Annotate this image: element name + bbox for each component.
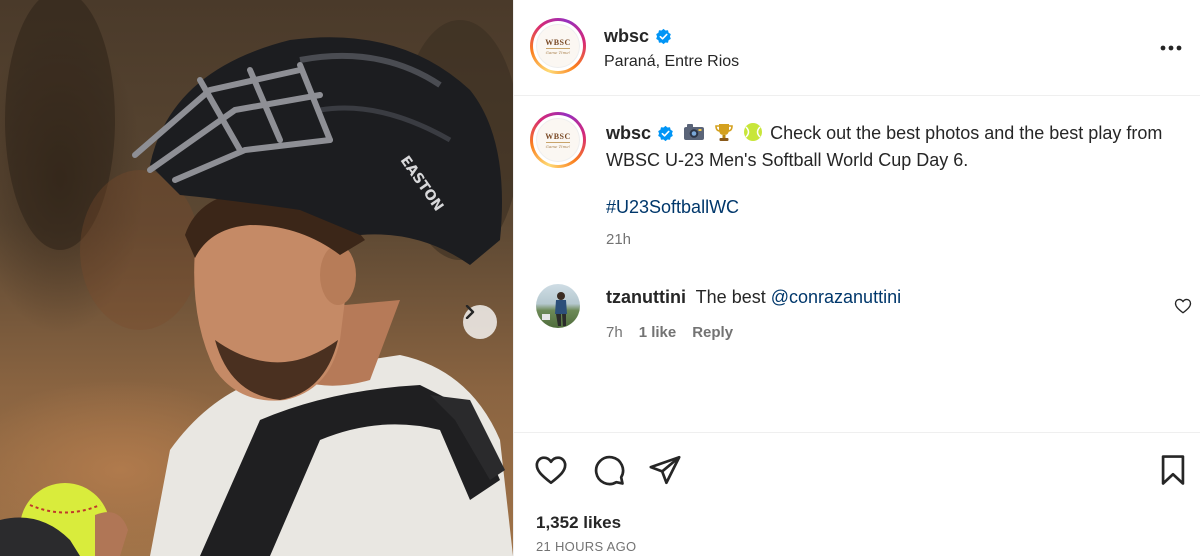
post-actions: 1,352 likes 21 HOURS AGO [514, 432, 1200, 556]
next-photo-button[interactable] [463, 305, 497, 339]
caption-text: wbsc Check out the best photos and the b… [606, 120, 1176, 174]
post-age[interactable]: 21 HOURS AGO [536, 539, 636, 554]
softball-emoji [744, 123, 763, 141]
comment-mention[interactable]: @conrazanuttini [771, 287, 901, 307]
verified-badge-icon [656, 28, 671, 45]
account-avatar[interactable]: WBSC Game Time! [530, 18, 586, 74]
heart-icon[interactable] [534, 453, 568, 487]
caption-username[interactable]: wbsc [606, 123, 651, 143]
camera-emoji [684, 124, 705, 140]
comment-body: The best [695, 287, 766, 307]
comment-meta: 7h 1 like Reply [606, 324, 733, 341]
header-user: wbsc [604, 26, 672, 47]
wbsc-logo: WBSC Game Time! [536, 118, 580, 162]
likes-count[interactable]: 1,352 likes [536, 513, 621, 533]
chevron-right-icon [465, 305, 475, 319]
catcher-photo-illustration: EASTON [0, 0, 513, 556]
commenter-avatar[interactable] [536, 284, 580, 328]
post-photo: EASTON [0, 0, 513, 556]
post-location[interactable]: Paraná, Entre Rios [604, 53, 739, 71]
comment-time[interactable]: 7h [606, 324, 623, 341]
caption-timestamp[interactable]: 21h [606, 231, 631, 248]
bookmark-icon[interactable] [1156, 453, 1190, 487]
wbsc-logo: WBSC Game Time! [536, 24, 580, 68]
comment-likes[interactable]: 1 like [639, 324, 677, 341]
commenter-photo [542, 292, 567, 326]
caption-hashtag[interactable]: #U23SoftballWC [606, 197, 739, 218]
caption-avatar[interactable]: WBSC Game Time! [530, 112, 586, 168]
comment-text: tzanuttini The best @conrazanuttini [606, 287, 901, 308]
comment-username[interactable]: tzanuttini [606, 287, 686, 307]
header-username[interactable]: wbsc [604, 26, 649, 47]
verified-badge-icon [658, 125, 673, 142]
comment-reply-button[interactable]: Reply [692, 324, 733, 341]
comment-heart-icon[interactable] [1174, 297, 1192, 315]
send-icon[interactable] [648, 453, 682, 487]
post-header: WBSC Game Time! wbsc Paraná, Entre Rios [514, 0, 1200, 96]
post-details-panel: WBSC Game Time! wbsc Paraná, Entre Rios [513, 0, 1200, 556]
comment-icon[interactable] [592, 453, 626, 487]
trophy-emoji [715, 124, 733, 141]
more-options-icon[interactable] [1158, 38, 1184, 58]
